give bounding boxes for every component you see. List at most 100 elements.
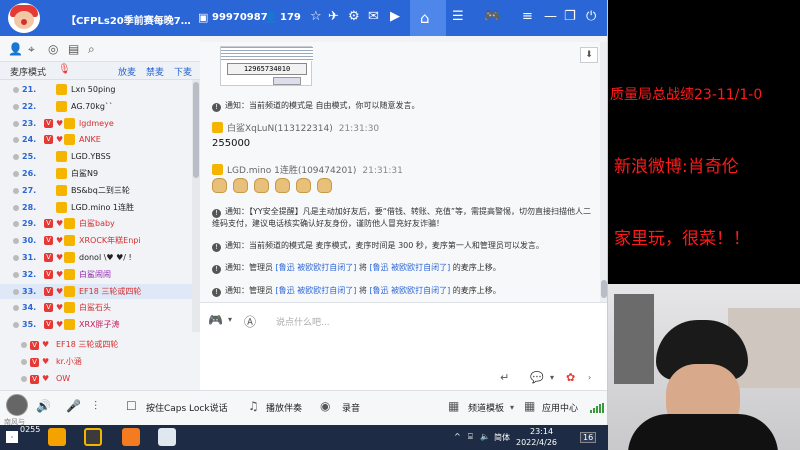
crown-badge-icon [56, 184, 67, 196]
clock-date[interactable]: 2022/4/26 [516, 438, 557, 447]
gear-icon[interactable]: ⚙ [348, 9, 360, 25]
channel-template-button[interactable]: 频道模板 [468, 401, 504, 414]
chevron-down-icon[interactable]: ▾ [550, 373, 554, 382]
folder-icon[interactable] [48, 428, 66, 446]
queue-item[interactable]: 35. V ♥ XRX胖子涛 [0, 317, 192, 332]
queue-item[interactable]: 23. V ♥ lgdmeye [0, 116, 192, 132]
mic-muted-icon[interactable]: 🎙 [58, 64, 71, 75]
gamepad-icon[interactable]: 🎮 [484, 9, 500, 25]
power-icon[interactable]: ⏻ [586, 9, 596, 25]
member-item[interactable]: V ♥ kr.小涵 [0, 355, 200, 369]
queue-scrollbar[interactable] [192, 80, 200, 332]
home-icon: ⌂ [420, 9, 430, 27]
heart-icon: ♥ [56, 320, 64, 330]
queue-item[interactable]: 28. LGD.mino 1连胜 [0, 200, 192, 216]
queue-mode-label[interactable]: 麦序模式 [10, 65, 46, 78]
list-icon[interactable]: ☰ [452, 9, 464, 25]
minimize-icon[interactable]: — [544, 9, 557, 25]
document-icon[interactable]: ▤ [68, 42, 79, 56]
drop-mic-link[interactable]: 下麦 [174, 65, 192, 78]
queue-item[interactable]: 33. V ♥ EF18 三轮或四轮 [0, 283, 192, 300]
keyboard-icon[interactable]: ☐ [126, 399, 137, 413]
apps-icon[interactable]: ▦ [524, 399, 535, 413]
queue-item[interactable]: 32. V ♥ 白鲨闹闹 [0, 267, 192, 283]
sender-name[interactable]: 白鲨XqLuN(113122314) [227, 124, 333, 134]
queue-number: 27. [22, 185, 37, 195]
heart-icon: ♥ [56, 253, 64, 262]
bunny-emoji-icon [254, 178, 269, 193]
play-music-button[interactable]: 播放伴奏 [266, 401, 302, 414]
microphone-icon[interactable]: 🎤 [66, 399, 81, 413]
home-button[interactable]: ⌂ [410, 0, 446, 36]
clown-logo-icon[interactable] [8, 3, 40, 33]
queue-item[interactable]: 30. V ♥ XROCK年糕Enpi [0, 233, 192, 249]
scroll-down-button[interactable]: ⬇ [580, 47, 598, 63]
channel-title[interactable]: 【CFPLs20季前赛每晚7… [66, 12, 191, 27]
user-link[interactable]: [鲁迅 被欧欧打自闭了] [276, 263, 357, 272]
windows-start-icon[interactable] [6, 431, 18, 443]
app-center-button[interactable]: 应用中心 [542, 401, 578, 414]
template-icon[interactable]: ▦ [448, 399, 459, 413]
queue-item[interactable]: 27. BS&bq二到三轮 [0, 183, 192, 199]
member-name: kr.小涵 [56, 357, 82, 366]
equalizer-icon[interactable]: ⫶ [94, 399, 97, 414]
network-icon[interactable]: ⌸ [468, 432, 473, 442]
chevron-down-icon[interactable]: ▾ [510, 403, 514, 412]
v-badge-icon: V [44, 303, 53, 313]
location-icon[interactable]: ⌖ [28, 42, 35, 57]
window-app-icon[interactable] [158, 428, 176, 446]
volume-icon[interactable]: 🔈 [480, 432, 490, 441]
caps-lock-talk-button[interactable]: 按住Caps Lock说话 [146, 401, 228, 414]
avatar[interactable] [6, 394, 28, 416]
menu-icon[interactable]: ≡ [522, 9, 533, 25]
queue-item[interactable]: 24. V ♥ ANKE [0, 132, 192, 148]
user-link[interactable]: [鲁迅 被欧欧打自闭了] [369, 286, 450, 295]
clock-time[interactable]: 23:14 [530, 427, 553, 436]
globe-icon[interactable]: ◎ [48, 42, 58, 56]
font-style-icon[interactable]: Ⓐ [244, 313, 256, 330]
user-link[interactable]: [鲁迅 被欧欧打自闭了] [276, 286, 357, 295]
gamepad-emoji-icon[interactable]: 🎮 [208, 313, 223, 327]
queue-item[interactable]: 25. LGD.YBSS [0, 149, 192, 165]
search-icon[interactable]: ⌕ [88, 42, 95, 57]
restore-icon[interactable]: ❐ [564, 9, 576, 25]
queue-number: 30. [22, 236, 37, 246]
user-icon[interactable]: 👤 [8, 42, 23, 56]
queue-item[interactable]: 34. V ♥ 白鲨石头 [0, 300, 192, 316]
chevron-right-icon[interactable]: › [588, 373, 591, 382]
airplane-icon[interactable]: ✈ [328, 9, 339, 25]
queue-item[interactable]: 29. V ♥ 白鲨baby [0, 216, 192, 232]
queue-user-name: 白鲨闹闹 [79, 269, 111, 279]
user-link[interactable]: [鲁迅 被欧欧打自闭了] [369, 263, 450, 272]
video-icon[interactable]: ▶ [390, 9, 400, 25]
queue-item[interactable]: 31. V ♥ donol \♥ ♥/ ! [0, 250, 192, 266]
enter-icon[interactable]: ↵ [500, 371, 509, 384]
message-icon[interactable]: ✉ [368, 9, 379, 25]
queue-item[interactable]: 22. AG.70kg`` [0, 99, 192, 115]
member-item[interactable]: V ♥ EF18 三轮或四轮 [0, 338, 200, 352]
chat-input[interactable]: 说点什么吧... [276, 315, 330, 328]
chat-bubble-icon[interactable]: 💬 [530, 371, 544, 384]
v-badge-icon: V [44, 236, 53, 246]
chat-scrollbar[interactable] [600, 42, 607, 302]
flower-icon[interactable]: ✿ [566, 371, 575, 384]
ban-mic-link[interactable]: 禁麦 [146, 65, 164, 78]
ime-indicator[interactable]: 简体 [494, 432, 510, 443]
record-icon[interactable]: ◉ [320, 399, 330, 413]
image-message[interactable]: 12965734010 [220, 46, 313, 86]
member-item[interactable]: V ♥ OW [0, 372, 200, 386]
notification-count[interactable]: 16 [580, 432, 597, 443]
release-mic-link[interactable]: 放麦 [118, 65, 136, 78]
yy-app-icon[interactable] [84, 428, 102, 446]
star-icon[interactable]: ☆ [310, 9, 322, 25]
speaker-icon[interactable]: 🔊 [36, 399, 51, 413]
queue-user-name: donol \♥ ♥/ ! [79, 253, 132, 262]
queue-item[interactable]: 26. 白鲨N9 [0, 166, 192, 182]
queue-item[interactable]: 21. Lxn 50ping [0, 82, 192, 98]
sender-name[interactable]: LGD.mino 1连胜(109474201) [227, 166, 356, 176]
tray-arrow-icon[interactable]: ^ [454, 432, 461, 441]
chevron-down-icon[interactable]: ▾ [228, 315, 232, 324]
record-button[interactable]: 录音 [342, 401, 360, 414]
app-icon[interactable] [122, 428, 140, 446]
music-note-icon[interactable]: ♫ [248, 399, 259, 413]
